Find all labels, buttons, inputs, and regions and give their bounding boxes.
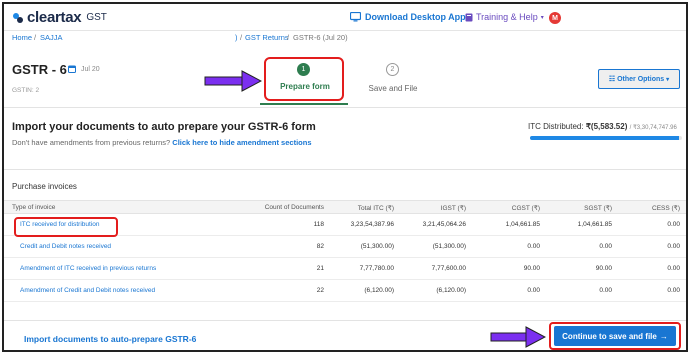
download-desktop-app-link[interactable]: Download Desktop App bbox=[350, 12, 466, 22]
cgst-value: 0.00 bbox=[527, 243, 540, 250]
breadcrumb: Home / SAJJA ) / GST Returns / GSTR-6 (J… bbox=[4, 30, 686, 44]
chevron-down-icon: ▾ bbox=[540, 14, 544, 21]
cess-value: 0.00 bbox=[667, 265, 680, 272]
hide-amendment-sections-link[interactable]: Click here to hide amendment sections bbox=[172, 138, 311, 147]
invoice-type-link[interactable]: Amendment of Credit and Debit notes rece… bbox=[20, 287, 155, 294]
grid-icon: ☷ bbox=[608, 76, 616, 83]
sgst-value: 0.00 bbox=[599, 243, 612, 250]
sgst-value: 0.00 bbox=[599, 287, 612, 294]
itc-total-value: / ₹3,30,74,747.96 bbox=[629, 125, 677, 131]
column-header: SGST (₹) bbox=[584, 205, 612, 212]
itc-progress-bar bbox=[530, 136, 682, 140]
section-divider bbox=[4, 169, 686, 170]
total-itc: 3,23,54,387.96 bbox=[350, 221, 394, 228]
continue-to-save-and-file-button[interactable]: Continue to save and file → bbox=[554, 326, 676, 346]
document-count: 21 bbox=[316, 265, 324, 272]
igst-value: 3,21,45,064.26 bbox=[422, 221, 466, 228]
column-header: CESS (₹) bbox=[652, 205, 680, 212]
annotation-arrow-icon bbox=[490, 326, 546, 348]
igst-value: (51,300.00) bbox=[432, 243, 466, 250]
total-itc: (51,300.00) bbox=[360, 243, 394, 250]
chevron-down-icon: ▾ bbox=[666, 76, 670, 83]
other-options-button[interactable]: ☷ Other Options ▾ bbox=[598, 69, 680, 89]
other-options-label: Other Options bbox=[617, 75, 665, 83]
cleartax-logo-icon bbox=[13, 12, 23, 23]
annotation-arrow-icon bbox=[204, 70, 262, 92]
training-help-menu[interactable]: Training & Help ▾ bbox=[465, 12, 544, 22]
tab-prepare-form[interactable]: Prepare form bbox=[275, 82, 335, 91]
help-label: Training & Help bbox=[476, 12, 538, 22]
import-documents-link[interactable]: Import documents to auto-prepare GSTR-6 bbox=[24, 334, 196, 344]
cgst-value: 0.00 bbox=[527, 287, 540, 294]
section-divider bbox=[4, 320, 686, 321]
calendar-icon bbox=[68, 65, 76, 73]
sgst-value: 90.00 bbox=[595, 265, 612, 272]
download-label: Download Desktop App bbox=[365, 12, 466, 22]
cess-value: 0.00 bbox=[667, 221, 680, 228]
breadcrumb-separator: / bbox=[34, 33, 37, 42]
breadcrumb-home[interactable]: Home bbox=[12, 33, 32, 42]
purchase-invoices-label: Purchase invoices bbox=[12, 182, 77, 191]
column-header: Type of invoice bbox=[12, 204, 56, 211]
active-step-underline bbox=[260, 103, 348, 105]
return-period: Jul 20 bbox=[81, 66, 100, 73]
amendment-question: Don't have amendments from previous retu… bbox=[12, 138, 171, 147]
user-avatar[interactable]: M bbox=[549, 12, 561, 24]
gstin-label: GSTIN: 2 bbox=[12, 87, 40, 94]
total-itc: 7,77,780.00 bbox=[359, 265, 394, 272]
itc-distributed-summary: ITC Distributed: ₹(5,583.52) / ₹3,30,74,… bbox=[528, 122, 677, 131]
step-1-number: 1 bbox=[297, 63, 310, 76]
cess-value: 0.00 bbox=[667, 287, 680, 294]
app-frame: cleartax GST Download Desktop App Traini… bbox=[2, 2, 688, 352]
table-row: Amendment of ITC received in previous re… bbox=[4, 258, 686, 280]
column-header: Total ITC (₹) bbox=[357, 205, 394, 212]
brand-name: cleartax bbox=[27, 9, 82, 26]
step-2-number: 2 bbox=[386, 63, 399, 76]
column-header: CGST (₹) bbox=[511, 205, 540, 212]
monitor-icon bbox=[350, 12, 361, 22]
section-divider bbox=[4, 107, 686, 108]
sgst-value: 1,04,661.85 bbox=[577, 221, 612, 228]
breadcrumb-separator: / bbox=[287, 33, 290, 42]
document-count: 82 bbox=[316, 243, 324, 250]
cgst-value: 90.00 bbox=[523, 265, 540, 272]
import-section-subtitle: Don't have amendments from previous retu… bbox=[12, 138, 312, 147]
document-count: 22 bbox=[316, 287, 324, 294]
import-section-title: Import your documents to auto prepare yo… bbox=[12, 121, 316, 133]
arrow-right-icon: → bbox=[659, 331, 668, 341]
column-header: IGST (₹) bbox=[440, 205, 466, 212]
brand-suffix: GST bbox=[86, 12, 107, 23]
cgst-value: 1,04,661.85 bbox=[505, 221, 540, 228]
page-title: GSTR - 6 bbox=[12, 62, 67, 77]
breadcrumb-business[interactable]: SAJJA bbox=[40, 33, 63, 42]
document-count: 118 bbox=[313, 221, 324, 228]
total-itc: (6,120.00) bbox=[364, 287, 394, 294]
brand-logo[interactable]: cleartax GST bbox=[12, 9, 107, 26]
itc-progress-fill bbox=[530, 136, 679, 140]
breadcrumb-gst-returns[interactable]: GST Returns bbox=[245, 33, 289, 42]
itc-distributed-value: ₹(5,583.52) bbox=[585, 122, 628, 131]
breadcrumb-trail-start: ) bbox=[235, 33, 238, 42]
itc-distributed-label: ITC Distributed: bbox=[528, 122, 584, 131]
breadcrumb-separator: / bbox=[240, 33, 243, 42]
invoice-type-link[interactable]: Amendment of ITC received in previous re… bbox=[20, 265, 156, 272]
cess-value: 0.00 bbox=[667, 243, 680, 250]
top-bar: cleartax GST Download Desktop App Traini… bbox=[4, 4, 686, 30]
igst-value: (6,120.00) bbox=[436, 287, 466, 294]
table-header: Type of invoice Count of Documents Total… bbox=[4, 200, 686, 214]
table-row: Amendment of Credit and Debit notes rece… bbox=[4, 280, 686, 302]
book-icon bbox=[465, 13, 473, 21]
itc-row-highlight-box bbox=[14, 217, 118, 237]
invoice-type-link[interactable]: Credit and Debit notes received bbox=[20, 243, 111, 250]
tab-save-and-file[interactable]: Save and File bbox=[360, 84, 426, 93]
column-header: Count of Documents bbox=[264, 204, 324, 211]
table-row: Credit and Debit notes received 82 (51,3… bbox=[4, 236, 686, 258]
continue-label: Continue to save and file bbox=[562, 331, 657, 341]
igst-value: 7,77,600.00 bbox=[431, 265, 466, 272]
breadcrumb-current: GSTR-6 (Jul 20) bbox=[293, 33, 348, 42]
